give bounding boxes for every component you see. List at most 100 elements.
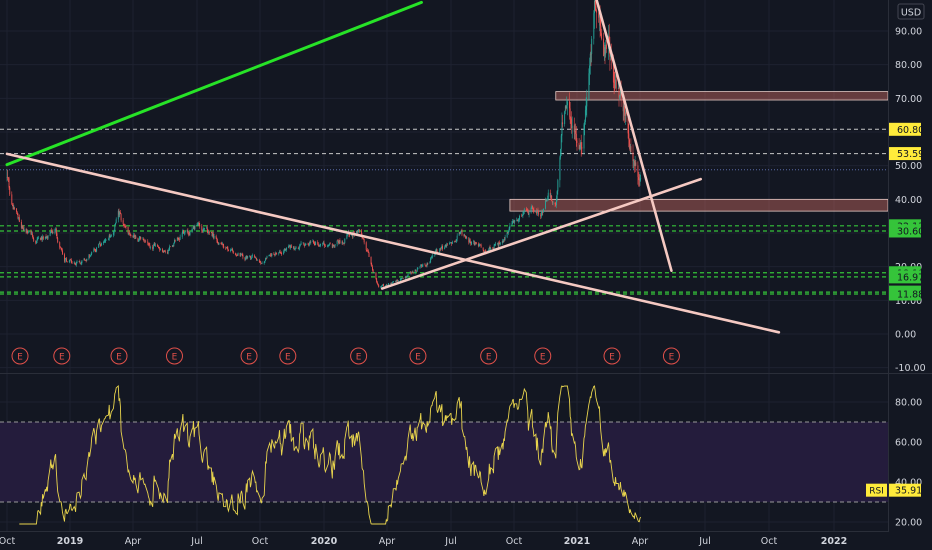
level-badge[interactable]: 16.97 xyxy=(889,270,924,284)
time-tick-label: Oct xyxy=(0,536,15,547)
candle-body xyxy=(372,266,373,270)
candle-body xyxy=(383,284,384,286)
candle-body xyxy=(188,233,190,235)
candle-body xyxy=(333,244,335,246)
candle-body xyxy=(56,233,58,239)
level-badge[interactable]: 53.59 xyxy=(889,147,924,161)
time-tick-label: Jul xyxy=(190,536,202,547)
candle-body xyxy=(154,243,156,246)
candle-body xyxy=(35,241,37,244)
earnings-marker[interactable]: E xyxy=(279,347,297,365)
candle-body xyxy=(74,262,76,264)
candle-body xyxy=(639,178,641,181)
candle-body xyxy=(376,281,378,284)
candle-body xyxy=(76,261,78,263)
candle-body xyxy=(285,247,287,251)
candle-body xyxy=(317,244,319,246)
candle xyxy=(49,231,51,237)
candle-body xyxy=(12,204,13,206)
candle-body xyxy=(566,105,568,109)
candle-body xyxy=(376,278,378,282)
candle-body xyxy=(460,231,462,234)
candle-body xyxy=(11,194,13,205)
candle-body xyxy=(547,198,549,200)
candle-body xyxy=(68,260,70,262)
earnings-marker-label: E xyxy=(285,353,291,363)
earnings-marker-label: E xyxy=(415,353,421,363)
candle-body xyxy=(412,271,414,273)
candle-body xyxy=(542,208,544,213)
time-tick-label: 2019 xyxy=(57,536,83,547)
candle-body xyxy=(143,238,144,241)
time-tick-label: Oct xyxy=(761,536,778,547)
candle-body xyxy=(217,240,218,244)
candle-body xyxy=(307,243,309,245)
candle-body xyxy=(202,230,204,232)
candle-body xyxy=(179,236,181,240)
candle-body xyxy=(75,262,77,266)
level-badge-label: 16.97 xyxy=(897,272,924,283)
candle-body xyxy=(573,125,575,132)
rsi-tick-label: 60.00 xyxy=(895,438,922,449)
earnings-marker[interactable]: E xyxy=(662,347,680,365)
earnings-marker[interactable]: E xyxy=(480,347,498,365)
candle-body xyxy=(588,73,590,100)
candle-body xyxy=(349,234,351,236)
price-tick-label: 0.00 xyxy=(895,330,916,341)
earnings-marker[interactable]: E xyxy=(240,347,258,365)
candle-body xyxy=(365,242,367,250)
rsi-value-badge[interactable]: RSI 35.91 xyxy=(866,483,922,497)
candle-body xyxy=(381,285,383,286)
candle-body xyxy=(27,232,29,234)
candle-body xyxy=(323,242,325,244)
candle-body xyxy=(84,259,86,261)
candle-body xyxy=(406,275,408,277)
price-tick-label: 70.00 xyxy=(895,94,922,105)
candle-body xyxy=(30,230,32,234)
earnings-marker-label: E xyxy=(59,353,65,363)
candle-body xyxy=(9,187,11,195)
candle-body xyxy=(551,195,553,201)
candle-body xyxy=(478,245,480,247)
candle-body xyxy=(613,82,615,83)
earnings-marker[interactable]: E xyxy=(11,347,29,365)
candle-body xyxy=(615,79,617,89)
candle xyxy=(32,235,34,240)
currency-badge[interactable]: USD xyxy=(897,3,925,20)
candle-body xyxy=(276,253,278,255)
level-badge[interactable]: 60.80 xyxy=(889,122,924,136)
candle-body xyxy=(223,245,225,249)
candle-body xyxy=(61,247,63,251)
level-badge[interactable]: 30.60 xyxy=(889,224,924,238)
candle-body xyxy=(371,264,373,267)
candle-body xyxy=(422,264,424,266)
earnings-marker[interactable]: E xyxy=(53,347,71,365)
candle-body xyxy=(464,235,466,237)
candle xyxy=(28,230,30,233)
candle-body xyxy=(31,233,33,236)
earnings-marker[interactable]: E xyxy=(165,347,183,365)
candle-body xyxy=(559,157,561,181)
candle-body xyxy=(578,142,580,150)
earnings-marker[interactable]: E xyxy=(110,347,128,365)
rsi-tick-label: 20.00 xyxy=(895,518,922,529)
trading-chart[interactable]: EEEEEEEEEEEE -10.000.0010.0020.0040.0050… xyxy=(0,0,932,550)
candle-body xyxy=(415,270,417,272)
candle-body xyxy=(119,212,121,215)
candle-body xyxy=(14,207,15,209)
candle-body xyxy=(285,250,287,251)
level-badge[interactable]: 11.88 xyxy=(889,287,924,301)
candle-body xyxy=(187,230,189,234)
candle-body xyxy=(469,239,471,243)
earnings-marker[interactable]: E xyxy=(534,347,552,365)
candle-body xyxy=(552,202,554,204)
candle-body xyxy=(237,252,239,256)
earnings-marker[interactable]: E xyxy=(350,347,368,365)
lower-zone xyxy=(509,198,889,212)
earnings-marker[interactable]: E xyxy=(409,347,427,365)
candle-body xyxy=(417,268,419,270)
candle-body xyxy=(449,242,451,244)
price-tick-label: 90.00 xyxy=(895,27,922,38)
candle-body xyxy=(216,238,218,241)
earnings-marker[interactable]: E xyxy=(603,347,621,365)
